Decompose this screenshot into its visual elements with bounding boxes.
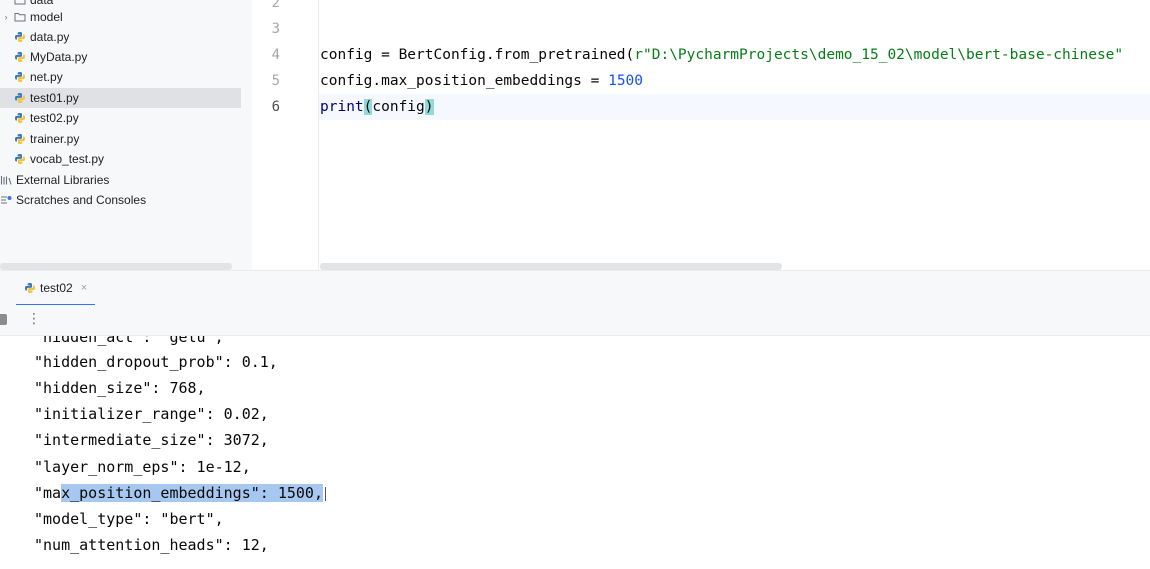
output-line-selected: "max_position_embeddings": 1500, [34, 480, 326, 506]
tree-item-trainer-py[interactable]: trainer.py [0, 129, 252, 149]
tree-item-label: Scratches and Consoles [16, 193, 147, 207]
tree-item-data-py[interactable]: data.py [0, 27, 252, 47]
line-number: 3 [271, 21, 280, 37]
python-file-icon [14, 92, 26, 104]
run-tool-window: test02 × ⋮ "hidden_act": "gelu", "hidden… [0, 270, 1150, 569]
tab-test02[interactable]: test02 × [16, 271, 96, 306]
run-tabs-bar: test02 × [0, 270, 1150, 306]
output-line: "num_attention_heads": 12, [34, 536, 269, 554]
number-literal: 1500 [608, 73, 644, 89]
line-number: 6 [271, 99, 280, 115]
code-line-6[interactable]: print(config) [320, 94, 1150, 120]
tree-item-mydata-py[interactable]: MyData.py [0, 47, 252, 67]
tree-item-label: data.py [30, 30, 70, 44]
python-file-icon [14, 31, 26, 43]
python-run-icon [24, 282, 36, 294]
scratches-icon [0, 194, 12, 206]
output-line: "hidden_dropout_prob": 0.1, [34, 353, 278, 371]
code-line-4[interactable]: config = BertConfig.from_pretrained(r"D:… [320, 42, 1150, 68]
tree-item-label: data [30, 0, 54, 7]
python-file-icon [14, 71, 26, 83]
tree-item-external-libraries[interactable]: External Libraries [0, 170, 252, 190]
line-number: 4 [271, 47, 280, 63]
stop-icon[interactable] [0, 314, 7, 325]
code-line-5[interactable]: config.max_position_embeddings = 1500 [320, 68, 1150, 94]
tree-item-model-folder[interactable]: › model [0, 7, 252, 27]
code-editor[interactable]: 2 3 4 5 6 config = BertConfig.from_pretr… [252, 0, 1150, 270]
output-text: "ma [34, 484, 62, 502]
tree-item-label: model [30, 10, 63, 24]
tree-item-test02-py[interactable]: test02.py [0, 108, 252, 128]
matched-brace: ) [424, 99, 434, 115]
tree-item-vocab-test-py[interactable]: vocab_test.py [0, 149, 252, 169]
tree-item-label: test01.py [30, 91, 79, 105]
python-file-icon [14, 51, 26, 63]
tree-item-label: MyData.py [30, 50, 88, 64]
line-number: 5 [271, 73, 280, 89]
code-text: config = BertConfig.from_pretrained( [320, 47, 635, 63]
tree-item-label: trainer.py [30, 132, 80, 146]
python-file-icon [14, 133, 26, 145]
tree-item-test01-py[interactable]: test01.py [0, 88, 241, 108]
run-toolbar: ⋮ [0, 305, 1150, 336]
tree-item-scratches-and-consoles[interactable]: Scratches and Consoles [0, 190, 252, 210]
output-line: "hidden_act": "gelu", [34, 336, 224, 346]
output-line: "layer_norm_eps": 1e-12, [34, 458, 251, 476]
tree-item-label: net.py [30, 70, 63, 84]
code-text: config [372, 99, 425, 115]
project-tool-window: data › model data.py MyData.py net.py te… [0, 0, 252, 270]
text-selection: x_position_embeddings": 1500, [61, 484, 323, 502]
tree-item-label: test02.py [30, 111, 79, 125]
library-icon [0, 174, 12, 186]
tree-item-net-py[interactable]: net.py [0, 67, 252, 87]
folder-icon [14, 11, 26, 23]
project-horizontal-scrollbar[interactable] [0, 263, 232, 270]
editor-horizontal-scrollbar[interactable] [320, 263, 782, 270]
builtin-function: print [320, 99, 364, 115]
tab-label: test02 [40, 280, 73, 295]
line-number-gutter: 2 3 4 5 6 [252, 0, 319, 270]
console-output[interactable]: "hidden_act": "gelu", "hidden_dropout_pr… [0, 336, 1150, 569]
output-line: "hidden_size": 768, [34, 379, 206, 397]
output-line: "intermediate_size": 3072, [34, 431, 269, 449]
line-number: 2 [271, 0, 280, 11]
close-icon[interactable]: × [81, 282, 87, 294]
string-literal: r"D:\PycharmProjects\demo_15_02\model\be… [634, 47, 1124, 63]
folder-icon [14, 0, 26, 6]
python-file-icon [14, 112, 26, 124]
tree-item-label: External Libraries [16, 173, 110, 187]
tree-item-label: vocab_test.py [30, 152, 105, 166]
python-file-icon [14, 153, 26, 165]
output-line: "initializer_range": 0.02, [34, 405, 269, 423]
more-options-icon[interactable]: ⋮ [27, 311, 41, 327]
text-cursor-icon [325, 486, 326, 501]
chevron-right-icon[interactable]: › [1, 12, 11, 22]
output-line: "model_type": "bert", [34, 510, 224, 528]
code-text: config.max_position_embeddings = [320, 73, 609, 89]
